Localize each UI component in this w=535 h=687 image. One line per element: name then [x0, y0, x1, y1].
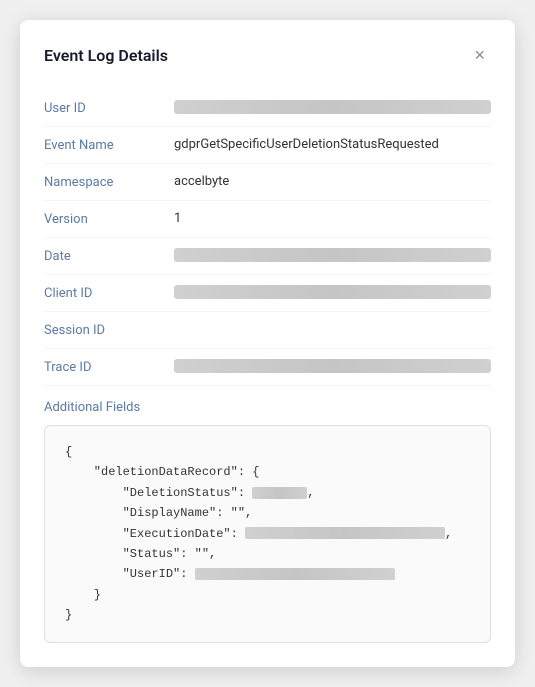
json-line-deletion-status: "DeletionStatus": , — [65, 483, 470, 503]
field-label-namespace: Namespace — [44, 174, 174, 190]
field-date: Date — [44, 238, 491, 275]
field-session-id: Session ID — [44, 312, 491, 349]
field-namespace: Namespace accelbyte — [44, 164, 491, 201]
field-value-namespace: accelbyte — [174, 174, 491, 189]
field-label-date: Date — [44, 248, 174, 264]
json-line-open-brace: { — [65, 442, 470, 462]
field-event-name: Event Name gdprGetSpecificUserDeletionSt… — [44, 127, 491, 164]
json-line-execution-date: "ExecutionDate": , — [65, 524, 470, 544]
json-line-status: "Status": "", — [65, 544, 470, 564]
json-value-user-id — [195, 568, 395, 580]
field-label-trace-id: Trace ID — [44, 359, 174, 375]
json-line-close-outer: } — [65, 605, 470, 625]
json-value-execution-date — [245, 527, 445, 539]
json-line-display-name: "DisplayName": "", — [65, 503, 470, 523]
json-line-close-inner: } — [65, 585, 470, 605]
field-user-id: User ID — [44, 90, 491, 127]
field-value-date — [174, 248, 491, 262]
field-value-trace-id — [174, 359, 491, 373]
field-label-event-name: Event Name — [44, 137, 174, 153]
field-value-event-name: gdprGetSpecificUserDeletionStatusRequest… — [174, 137, 491, 152]
json-line-record-key: "deletionDataRecord": { — [65, 462, 470, 482]
field-value-user-id — [174, 100, 491, 114]
modal-title: Event Log Details — [44, 46, 168, 65]
field-client-id: Client ID — [44, 275, 491, 312]
field-value-version: 1 — [174, 211, 491, 226]
field-label-client-id: Client ID — [44, 285, 174, 301]
field-version: Version 1 — [44, 201, 491, 238]
json-box: { "deletionDataRecord": { "DeletionStatu… — [44, 425, 491, 643]
modal-header: Event Log Details × — [44, 44, 491, 66]
event-log-details-modal: Event Log Details × User ID Event Name g… — [20, 20, 515, 667]
close-button[interactable]: × — [468, 44, 491, 66]
field-label-version: Version — [44, 211, 174, 227]
additional-fields-label: Additional Fields — [44, 400, 491, 415]
field-value-client-id — [174, 285, 491, 299]
json-line-user-id: "UserID": — [65, 564, 470, 584]
field-label-user-id: User ID — [44, 100, 174, 116]
field-label-session-id: Session ID — [44, 322, 174, 338]
field-trace-id: Trace ID — [44, 349, 491, 386]
json-value-deletion-status — [252, 487, 307, 499]
